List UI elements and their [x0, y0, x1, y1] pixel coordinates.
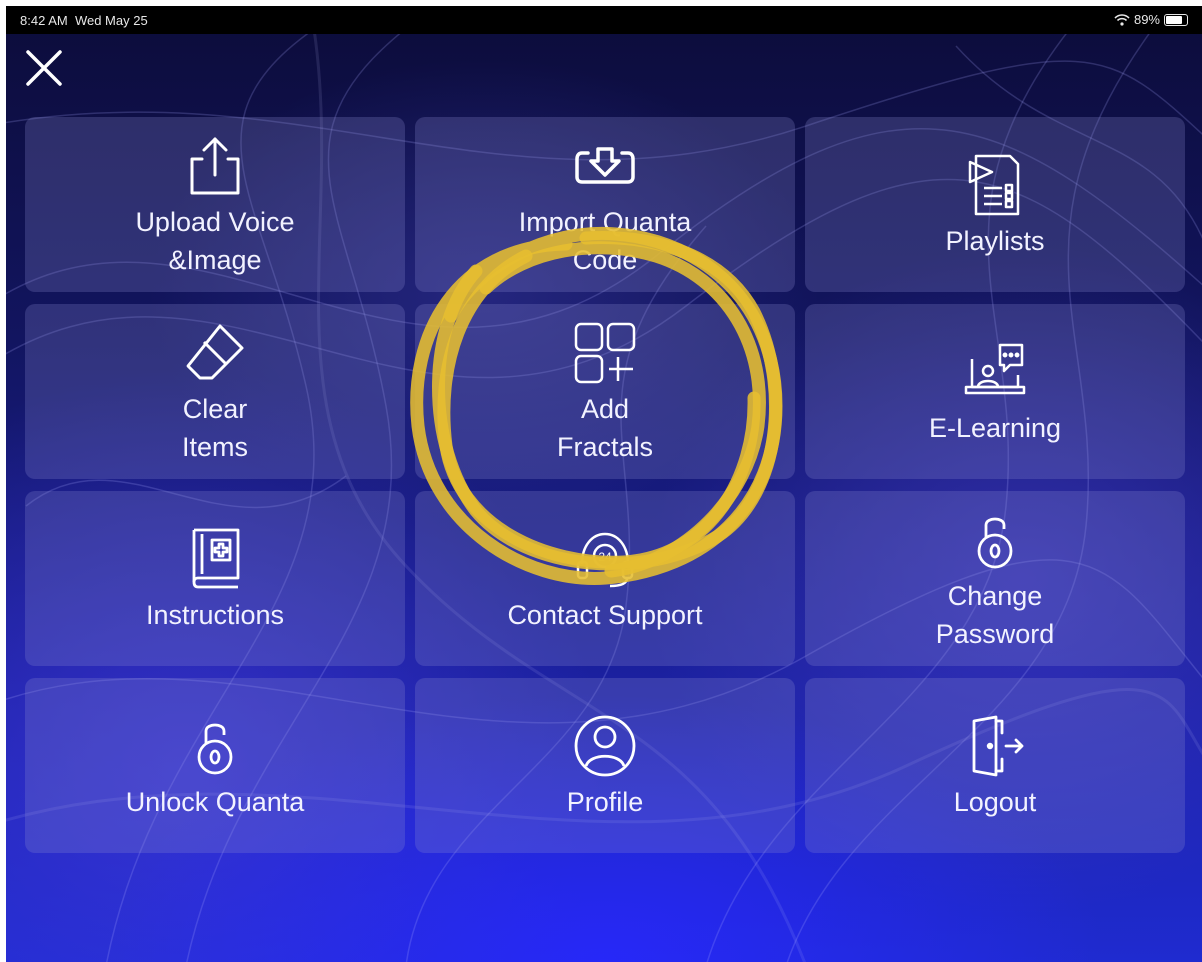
unlock-label-line1: Unlock Quanta: [125, 786, 305, 817]
instructions-label: Instructions: [95, 596, 335, 634]
padlock-icon: [180, 711, 250, 781]
contact-support-tile[interactable]: 24 Contact Support: [415, 491, 795, 666]
upload-label-line2: &Image: [168, 244, 262, 275]
e-learning-tile[interactable]: E-Learning: [805, 304, 1185, 479]
playlist-icon: [960, 150, 1030, 220]
instructions-label-line1: Instructions: [145, 599, 285, 630]
fractals-label-line2: Fractals: [556, 431, 654, 462]
battery-fill: [1166, 15, 1182, 24]
logout-door-icon: [960, 711, 1030, 781]
status-time: 8:42 AM: [20, 13, 68, 28]
add-fractals-tile[interactable]: Add Fractals: [415, 304, 795, 479]
elearning-label-line1: E-Learning: [928, 412, 1062, 443]
headset-24-icon: 24: [570, 524, 640, 594]
clear-label-line2: Items: [181, 431, 248, 462]
menu-grid: Upload Voice &Image Import Quanta Code P…: [25, 117, 1193, 853]
playlists-label: Playlists: [875, 222, 1115, 260]
password-label-line2: Password: [935, 618, 1055, 649]
app-screen: 8:42 AM Wed May 25 89% Upload Voice &Ima…: [6, 6, 1202, 962]
import-label-line2: Code: [572, 244, 638, 275]
profile-label: Profile: [485, 783, 725, 821]
fractals-label-line1: Add: [580, 393, 630, 424]
svg-text:24: 24: [598, 550, 612, 564]
import-label: Import Quanta Code: [485, 203, 725, 279]
import-label-line1: Import Quanta: [518, 206, 692, 237]
unlock-quanta-tile[interactable]: Unlock Quanta: [25, 678, 405, 853]
padlock-icon: [960, 505, 1030, 575]
user-circle-icon: [570, 711, 640, 781]
add-grid-icon: [570, 318, 640, 388]
logout-label: Logout: [875, 783, 1115, 821]
status-right: 89%: [1114, 12, 1188, 27]
wifi-icon: [1114, 13, 1130, 26]
upload-voice-image-tile[interactable]: Upload Voice &Image: [25, 117, 405, 292]
password-label-line1: Change: [947, 580, 1043, 611]
status-bar: 8:42 AM Wed May 25 89%: [6, 6, 1202, 34]
status-time-date: 8:42 AM Wed May 25: [20, 13, 148, 28]
elearning-label: E-Learning: [875, 409, 1115, 447]
logout-label-line1: Logout: [953, 786, 1037, 817]
change-password-tile[interactable]: Change Password: [805, 491, 1185, 666]
upload-icon: [180, 131, 250, 201]
close-button[interactable]: [24, 48, 64, 88]
support-label-line1: Contact Support: [507, 599, 703, 630]
profile-label-line1: Profile: [566, 786, 644, 817]
clear-label: Clear Items: [95, 390, 335, 466]
upload-label: Upload Voice &Image: [95, 203, 335, 279]
support-label: Contact Support: [485, 596, 725, 634]
playlists-label-line1: Playlists: [945, 225, 1045, 256]
clear-label-line1: Clear: [182, 393, 248, 424]
clear-items-tile[interactable]: Clear Items: [25, 304, 405, 479]
medical-book-icon: [180, 524, 250, 594]
eraser-icon: [180, 318, 250, 388]
status-date: Wed May 25: [74, 13, 148, 28]
logout-tile[interactable]: Logout: [805, 678, 1185, 853]
profile-tile[interactable]: Profile: [415, 678, 795, 853]
import-quanta-code-tile[interactable]: Import Quanta Code: [415, 117, 795, 292]
download-icon: [570, 131, 640, 201]
upload-label-line1: Upload Voice: [135, 206, 295, 237]
battery-percent: 89%: [1133, 12, 1160, 27]
playlists-tile[interactable]: Playlists: [805, 117, 1185, 292]
close-icon: [26, 50, 62, 86]
instructions-tile[interactable]: Instructions: [25, 491, 405, 666]
password-label: Change Password: [875, 577, 1115, 653]
battery-icon: [1164, 13, 1188, 26]
unlock-label: Unlock Quanta: [95, 783, 335, 821]
elearning-icon: [960, 337, 1030, 407]
fractals-label: Add Fractals: [485, 390, 725, 466]
